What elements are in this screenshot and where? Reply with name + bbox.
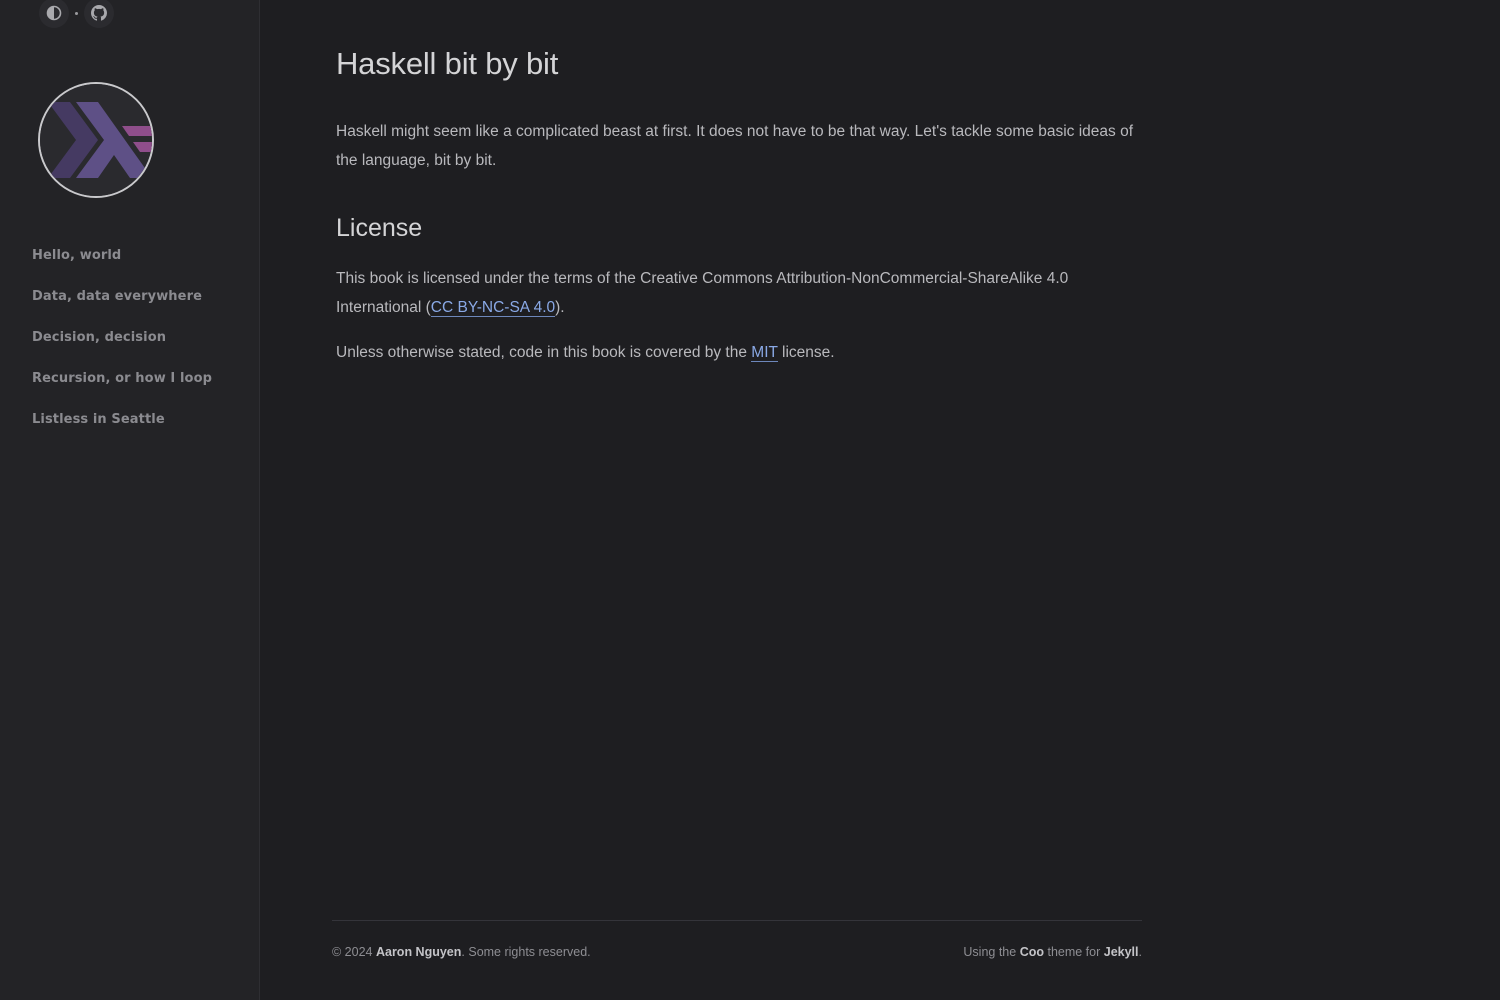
- sidebar-nav: Hello, world Data, data everywhere Decis…: [32, 246, 212, 451]
- footer-credits: Using the Coo theme for Jekyll.: [963, 945, 1142, 959]
- theme-link[interactable]: Coo: [1020, 945, 1044, 959]
- footer-copyright: © 2024 Aaron Nguyen. Some rights reserve…: [332, 945, 591, 959]
- code-license-text-end: license.: [777, 344, 835, 361]
- footer: © 2024 Aaron Nguyen. Some rights reserve…: [332, 920, 1142, 959]
- page-title: Haskell bit by bit: [336, 46, 559, 81]
- haskell-logo: [40, 84, 152, 196]
- separator-dot: [75, 11, 78, 15]
- rights-text: . Some rights reserved.: [461, 945, 591, 959]
- code-license-text: Unless otherwise stated, code in this bo…: [336, 344, 752, 361]
- nav-item-hello-world[interactable]: Hello, world: [32, 246, 212, 287]
- copyright-prefix: © 2024: [332, 945, 376, 959]
- sidebar: Hello, world Data, data everywhere Decis…: [0, 0, 260, 1000]
- intro-paragraph: Haskell might seem like a complicated be…: [336, 123, 1134, 169]
- sidebar-topbar: [39, 0, 114, 28]
- nav-item-recursion[interactable]: Recursion, or how I loop: [32, 369, 212, 410]
- nav-item-decision[interactable]: Decision, decision: [32, 328, 212, 369]
- theme-mid-text: theme for: [1044, 945, 1104, 959]
- contrast-icon: [46, 5, 62, 21]
- code-license-paragraph: Unless otherwise stated, code in this bo…: [336, 338, 1142, 367]
- license-text-end: ).: [555, 299, 565, 316]
- credits-end: .: [1138, 945, 1142, 959]
- nav-item-data-everywhere[interactable]: Data, data everywhere: [32, 287, 212, 328]
- theme-toggle-button[interactable]: [39, 0, 69, 28]
- license-paragraph: This book is licensed under the terms of…: [336, 264, 1142, 322]
- github-icon: [91, 5, 107, 21]
- avatar[interactable]: [38, 82, 154, 198]
- nav-item-listless[interactable]: Listless in Seattle: [32, 410, 212, 451]
- mit-license-link[interactable]: MIT: [751, 344, 778, 362]
- jekyll-link[interactable]: Jekyll: [1104, 945, 1139, 959]
- using-prefix: Using the: [963, 945, 1020, 959]
- license-heading: License: [336, 214, 423, 242]
- cc-license-link[interactable]: CC BY-NC-SA 4.0: [430, 299, 556, 317]
- github-button[interactable]: [84, 0, 114, 28]
- author-name[interactable]: Aaron Nguyen: [376, 945, 461, 959]
